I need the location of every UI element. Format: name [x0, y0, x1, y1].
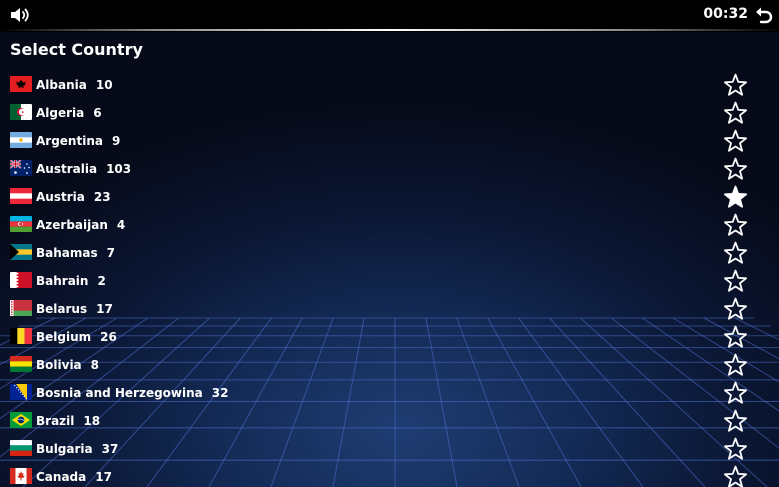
- country-label: Bahamas 7: [36, 246, 115, 260]
- star-outline-icon[interactable]: [723, 101, 748, 126]
- belgium-flag-icon: [10, 328, 32, 344]
- country-name: Belarus: [36, 302, 88, 316]
- country-label: Canada 17: [36, 470, 112, 484]
- argentina-flag-icon: [10, 132, 32, 148]
- country-label: Azerbaijan 4: [36, 218, 125, 232]
- country-row[interactable]: Australia 103: [0, 156, 779, 184]
- country-count: 37: [101, 442, 119, 456]
- country-label: Argentina 9: [36, 134, 120, 148]
- star-outline-icon[interactable]: [723, 297, 748, 322]
- country-row[interactable]: Azerbaijan 4: [0, 212, 779, 240]
- australia-flag-icon: [10, 160, 32, 176]
- algeria-flag-icon: [10, 104, 32, 120]
- country-name: Belgium: [36, 330, 92, 344]
- country-name: Bahamas: [36, 246, 98, 260]
- canada-flag-icon: [10, 468, 32, 484]
- country-label: Australia 103: [36, 162, 131, 176]
- star-outline-icon[interactable]: [723, 129, 748, 154]
- star-outline-icon[interactable]: [723, 241, 748, 266]
- brazil-flag-icon: [10, 412, 32, 428]
- star-outline-icon[interactable]: [723, 409, 748, 434]
- country-row[interactable]: Bahrain 2: [0, 268, 779, 296]
- star-outline-icon[interactable]: [723, 269, 748, 294]
- country-name: Argentina: [36, 134, 103, 148]
- country-label: Austria 23: [36, 190, 111, 204]
- country-name: Canada: [36, 470, 87, 484]
- belarus-flag-icon: [10, 300, 32, 316]
- country-row[interactable]: Bosnia and Herzegowina 32: [0, 380, 779, 408]
- bulgaria-flag-icon: [10, 440, 32, 456]
- star-outline-icon[interactable]: [723, 73, 748, 98]
- country-select-screen: 00:32 Select Country Albania 10 Algeria 6 Ar…: [0, 0, 779, 487]
- country-label: Algeria 6: [36, 106, 102, 120]
- country-row[interactable]: Argentina 9: [0, 128, 779, 156]
- country-label: Belgium 26: [36, 330, 117, 344]
- country-count: 32: [211, 386, 229, 400]
- top-bar-divider: [0, 29, 779, 31]
- azerbaijan-flag-icon: [10, 216, 32, 232]
- country-name: Bolivia: [36, 358, 82, 372]
- country-count: 2: [97, 274, 106, 288]
- timer: 00:32: [703, 6, 748, 22]
- country-name: Bulgaria: [36, 442, 93, 456]
- star-outline-icon[interactable]: [723, 213, 748, 238]
- country-count: 8: [90, 358, 100, 372]
- country-name: Bosnia and Herzegowina: [36, 386, 203, 400]
- bahrain-flag-icon: [10, 272, 32, 288]
- country-count: 23: [93, 190, 111, 204]
- country-row[interactable]: Algeria 6: [0, 100, 779, 128]
- star-filled-icon[interactable]: [723, 185, 748, 210]
- star-outline-icon[interactable]: [723, 353, 748, 378]
- country-name: Austria: [36, 190, 85, 204]
- country-label: Albania 10: [36, 78, 113, 92]
- country-label: Bulgaria 37: [36, 442, 118, 456]
- country-name: Brazil: [36, 414, 75, 428]
- country-row[interactable]: Albania 10: [0, 72, 779, 100]
- country-count: 7: [106, 246, 115, 260]
- country-row[interactable]: Brazil 18: [0, 408, 779, 436]
- country-count: 17: [96, 302, 113, 316]
- country-label: Bolivia 8: [36, 358, 99, 372]
- country-count: 18: [83, 414, 101, 428]
- country-label: Bahrain 2: [36, 274, 106, 288]
- country-name: Algeria: [36, 106, 85, 120]
- country-row[interactable]: Bahamas 7: [0, 240, 779, 268]
- star-outline-icon[interactable]: [723, 381, 748, 406]
- country-row[interactable]: Belarus 17: [0, 296, 779, 324]
- country-count: 9: [111, 134, 121, 148]
- country-count: 6: [93, 106, 102, 120]
- country-count: 26: [100, 330, 117, 344]
- country-name: Albania: [36, 78, 87, 92]
- country-row[interactable]: Bulgaria 37: [0, 436, 779, 464]
- undo-arrow-icon[interactable]: [755, 5, 773, 25]
- country-row[interactable]: Canada 17: [0, 464, 779, 487]
- page-title: Select Country: [10, 40, 143, 59]
- country-list: Albania 10 Algeria 6 Argentina 9 Australia 103 A…: [0, 72, 779, 487]
- albania-flag-icon: [10, 76, 32, 92]
- country-row[interactable]: Austria 23: [0, 184, 779, 212]
- star-outline-icon[interactable]: [723, 157, 748, 182]
- country-row[interactable]: Bolivia 8: [0, 352, 779, 380]
- bahamas-flag-icon: [10, 244, 32, 260]
- star-outline-icon[interactable]: [723, 465, 748, 487]
- speaker-icon[interactable]: [10, 6, 32, 24]
- country-label: Brazil 18: [36, 414, 100, 428]
- country-count: 17: [95, 470, 112, 484]
- country-label: Bosnia and Herzegowina 32: [36, 386, 228, 400]
- bosnia-flag-icon: [10, 384, 32, 400]
- country-count: 10: [95, 78, 113, 92]
- country-count: 4: [116, 218, 126, 232]
- bolivia-flag-icon: [10, 356, 32, 372]
- country-label: Belarus 17: [36, 302, 113, 316]
- country-count: 103: [106, 162, 132, 176]
- top-bar: [0, 0, 779, 32]
- star-outline-icon[interactable]: [723, 325, 748, 350]
- austria-flag-icon: [10, 188, 32, 204]
- country-name: Azerbaijan: [36, 218, 108, 232]
- country-row[interactable]: Belgium 26: [0, 324, 779, 352]
- star-outline-icon[interactable]: [723, 437, 748, 462]
- country-name: Australia: [36, 162, 98, 176]
- country-name: Bahrain: [36, 274, 89, 288]
